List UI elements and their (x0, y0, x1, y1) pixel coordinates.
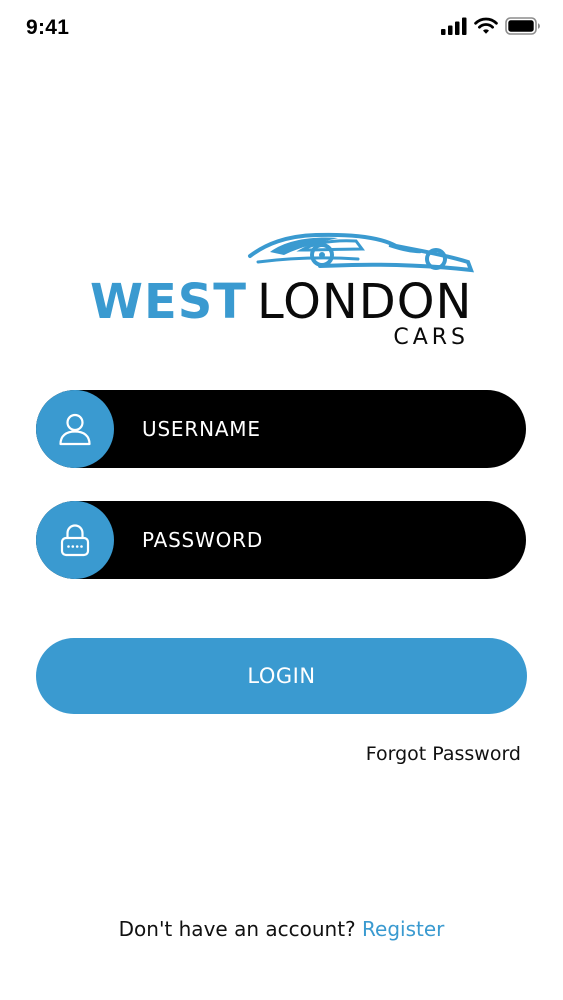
battery-icon (505, 17, 541, 39)
login-button[interactable]: LOGIN (36, 638, 527, 714)
status-bar: 9:41 (0, 0, 563, 60)
username-input[interactable] (142, 390, 502, 468)
lock-icon-badge (36, 501, 114, 579)
forgot-password-link[interactable]: Forgot Password (366, 743, 521, 765)
lock-icon (60, 524, 90, 557)
car-silhouette-icon (248, 232, 475, 273)
user-icon-badge (36, 390, 114, 468)
logo-wordmark: WEST LONDON (90, 274, 472, 330)
logo-word-west: WEST (90, 274, 248, 330)
username-field[interactable] (36, 390, 526, 468)
logo-word-cars: CARS (393, 325, 469, 350)
password-field[interactable] (36, 501, 526, 579)
cellular-signal-icon (441, 17, 467, 39)
status-icons (441, 17, 541, 39)
register-prompt-text: Don't have an account? (118, 917, 356, 941)
logo-word-london: LONDON (257, 274, 473, 330)
user-icon (59, 413, 91, 446)
status-time: 9:41 (26, 16, 70, 39)
password-input[interactable] (142, 501, 502, 579)
wifi-icon (474, 17, 498, 39)
app-logo: WEST LONDON CARS (90, 230, 475, 350)
register-prompt: Don't have an account? Register (0, 917, 563, 941)
register-link[interactable]: Register (362, 917, 444, 941)
